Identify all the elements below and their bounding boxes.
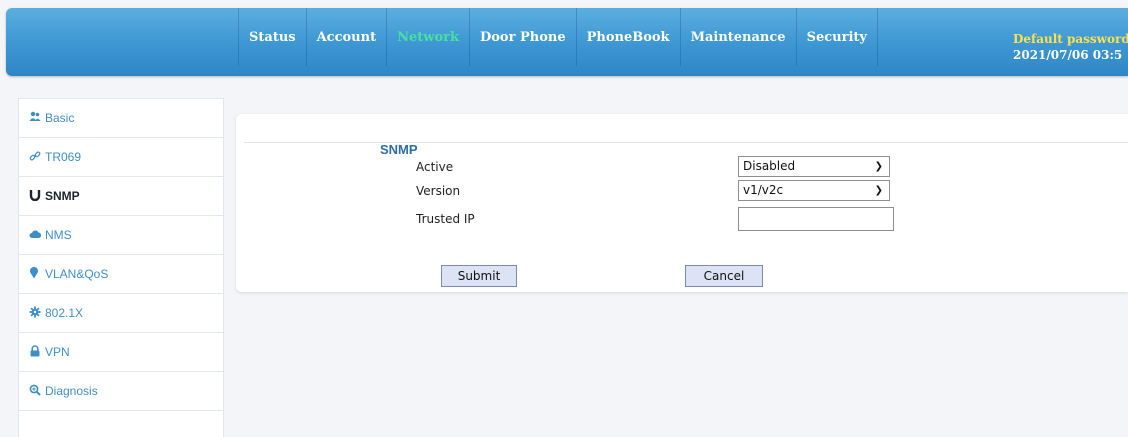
- active-select[interactable]: Disabled ❯: [738, 156, 890, 177]
- sidebar-item-label: NMS: [45, 228, 72, 242]
- nav-phonebook[interactable]: PhoneBook: [577, 8, 681, 66]
- sidebar-item-diagnosis[interactable]: Diagnosis: [19, 372, 223, 411]
- default-password-warning[interactable]: Default password: [1013, 31, 1128, 47]
- sidebar-item-snmp[interactable]: SNMP: [19, 177, 223, 216]
- version-select[interactable]: v1/v2c ❯: [738, 180, 890, 201]
- magnifier-icon: [29, 384, 43, 399]
- sidebar-item-vlan-qos[interactable]: VLAN&QoS: [19, 255, 223, 294]
- cancel-button[interactable]: Cancel: [685, 265, 763, 287]
- pin-icon: [29, 266, 43, 282]
- sidebar: Basic TR069 SNMP NMS VLAN&QoS 802.1X VPN…: [18, 98, 224, 437]
- nav-status[interactable]: Status: [238, 8, 307, 66]
- snmp-panel: SNMP Active Disabled ❯ Version v1/v2c ❯ …: [236, 114, 1128, 292]
- main-nav: Status Account Network Door Phone PhoneB…: [238, 8, 878, 66]
- nav-network[interactable]: Network: [387, 8, 470, 66]
- sidebar-item-label: 802.1X: [45, 306, 84, 320]
- sidebar-item-label: VPN: [45, 345, 70, 359]
- sidebar-item-label: Basic: [45, 111, 75, 125]
- nav-maintenance[interactable]: Maintenance: [681, 8, 797, 66]
- submit-button[interactable]: Submit: [441, 265, 517, 287]
- trusted-ip-input[interactable]: [738, 207, 894, 231]
- cloud-icon: [29, 228, 43, 242]
- sidebar-item-label: SNMP: [45, 189, 80, 203]
- version-select-value: v1/v2c: [743, 183, 784, 197]
- lock-icon: [29, 344, 43, 360]
- people-icon: [29, 111, 43, 125]
- sidebar-item-basic[interactable]: Basic: [19, 99, 223, 138]
- header-status: Default password 2021/07/06 03:5: [1013, 31, 1128, 63]
- chevron-down-icon: ❯: [874, 185, 883, 196]
- sidebar-item-vpn[interactable]: VPN: [19, 333, 223, 372]
- gear-icon: [29, 306, 43, 321]
- link-icon: [29, 150, 43, 165]
- title-divider: [244, 142, 1128, 143]
- active-select-value: Disabled: [743, 159, 796, 173]
- sidebar-item-nms[interactable]: NMS: [19, 216, 223, 255]
- version-label: Version: [416, 184, 461, 198]
- sidebar-item-tr069[interactable]: TR069: [19, 138, 223, 177]
- sidebar-item-8021x[interactable]: 802.1X: [19, 294, 223, 333]
- page-title: SNMP: [380, 142, 418, 157]
- header-datetime: 2021/07/06 03:5: [1013, 48, 1123, 62]
- active-label: Active: [416, 160, 454, 174]
- nav-security[interactable]: Security: [797, 8, 878, 66]
- sidebar-item-label: VLAN&QoS: [45, 267, 109, 281]
- sidebar-item-label: TR069: [45, 150, 82, 164]
- nav-account[interactable]: Account: [307, 8, 388, 66]
- magnet-icon: [29, 189, 43, 204]
- trusted-ip-label: Trusted IP: [416, 212, 475, 226]
- nav-door-phone[interactable]: Door Phone: [470, 8, 577, 66]
- top-header: Status Account Network Door Phone PhoneB…: [6, 8, 1128, 76]
- sidebar-item-label: Diagnosis: [45, 384, 98, 398]
- chevron-down-icon: ❯: [874, 161, 883, 172]
